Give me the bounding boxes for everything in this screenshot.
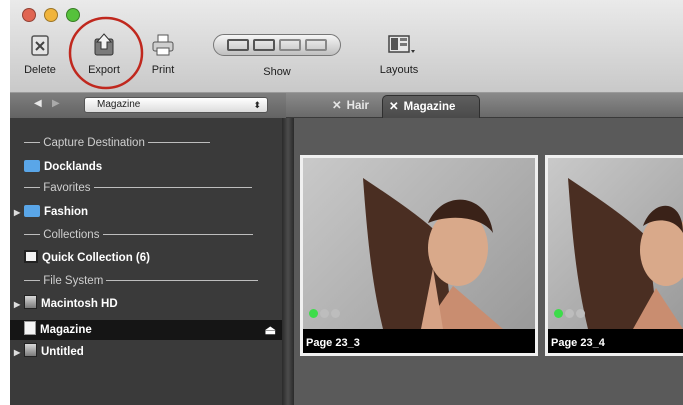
- close-window-button[interactable]: [22, 8, 36, 22]
- print-label: Print: [151, 64, 175, 76]
- sidebar-item-label: Macintosh HD: [41, 298, 118, 310]
- hard-drive-icon: [24, 343, 37, 357]
- toolbar: Delete Export Print Show Layouts: [10, 0, 683, 93]
- updown-arrows-icon: ⬍: [253, 100, 261, 110]
- label-dots: [309, 305, 342, 323]
- section-collections: Collections: [24, 229, 253, 241]
- label-dots: [554, 305, 587, 323]
- folder-icon: [24, 205, 40, 217]
- trash-icon: [27, 32, 53, 58]
- eject-icon[interactable]: ⏏: [265, 320, 276, 340]
- sidebar-item-docklands[interactable]: Docklands: [24, 157, 102, 177]
- show-segmented-control[interactable]: Show: [212, 32, 342, 78]
- sidebar-item-label: Quick Collection (6): [42, 252, 150, 264]
- tab-hair-label: Hair: [346, 100, 370, 112]
- layouts-button[interactable]: Layouts: [376, 32, 422, 76]
- portrait-photo: [363, 178, 503, 329]
- sidebar-navigation-bar: ◀ ▶ Magazine ⬍: [10, 93, 286, 118]
- layouts-label: Layouts: [379, 64, 419, 76]
- back-arrow-icon[interactable]: ◀: [34, 98, 42, 109]
- export-highlight-circle: [68, 16, 144, 90]
- collection-select[interactable]: Magazine ⬍: [84, 97, 268, 113]
- delete-button[interactable]: Delete: [20, 32, 60, 76]
- show-label: Show: [263, 66, 291, 78]
- thumbnail[interactable]: Page 23_3: [300, 155, 538, 356]
- section-file-system: File System: [24, 275, 259, 287]
- thumbnail[interactable]: Page 23_4: [545, 155, 683, 356]
- disclosure-triangle-icon[interactable]: ▶: [14, 343, 24, 363]
- sidebar-item-magazine[interactable]: Magazine ⏏: [24, 320, 280, 340]
- document-icon: [24, 321, 36, 335]
- print-button[interactable]: Print: [146, 32, 180, 76]
- printer-icon: [150, 32, 176, 58]
- sidebar-item-macintosh-hd[interactable]: ▶ Macintosh HD: [14, 294, 118, 314]
- disclosure-triangle-icon[interactable]: ▶: [14, 295, 24, 315]
- thumbnail-caption: Page 23_3: [306, 337, 360, 349]
- view-mode-1-icon[interactable]: [227, 39, 249, 51]
- section-favorites: Favorites: [24, 182, 252, 194]
- sidebar-item-label: Fashion: [44, 206, 89, 218]
- sidebar-item-label: Magazine: [40, 324, 92, 336]
- thumbnail-image: [548, 158, 683, 329]
- tab-magazine-label: Magazine: [403, 101, 456, 113]
- hard-drive-icon: [24, 295, 37, 309]
- sidebar-item-fashion[interactable]: ▶ Fashion: [14, 202, 88, 222]
- thumbnail-image: [303, 158, 535, 329]
- layouts-icon: [386, 32, 415, 58]
- folder-icon: [24, 160, 40, 172]
- view-mode-4-icon[interactable]: [305, 39, 327, 51]
- view-mode-3-icon[interactable]: [279, 39, 301, 51]
- sidebar-item-untitled[interactable]: ▶ Untitled: [14, 342, 84, 362]
- section-capture-destination: Capture Destination: [24, 137, 211, 149]
- sidebar-splitter[interactable]: [282, 118, 294, 405]
- collection-select-value: Magazine: [97, 99, 141, 110]
- view-mode-2-icon[interactable]: [253, 39, 275, 51]
- portrait-photo: [568, 178, 683, 329]
- close-tab-icon[interactable]: ✕: [332, 100, 342, 112]
- thumbnail-caption: Page 23_4: [551, 337, 605, 349]
- tab-magazine[interactable]: ✕ Magazine: [382, 95, 480, 118]
- sidebar-item-quick-collection[interactable]: Quick Collection (6): [24, 248, 150, 268]
- quick-collection-icon: [24, 250, 38, 263]
- delete-label: Delete: [24, 64, 56, 76]
- close-tab-icon[interactable]: ✕: [389, 101, 399, 113]
- sidebar-item-label: Untitled: [41, 346, 84, 358]
- disclosure-triangle-icon[interactable]: ▶: [14, 203, 24, 223]
- show-view-icons: [213, 34, 341, 56]
- minimize-window-button[interactable]: [44, 8, 58, 22]
- sidebar-item-label: Docklands: [44, 161, 103, 173]
- forward-arrow-icon[interactable]: ▶: [52, 98, 60, 109]
- tab-hair[interactable]: ✕ Hair: [326, 95, 369, 118]
